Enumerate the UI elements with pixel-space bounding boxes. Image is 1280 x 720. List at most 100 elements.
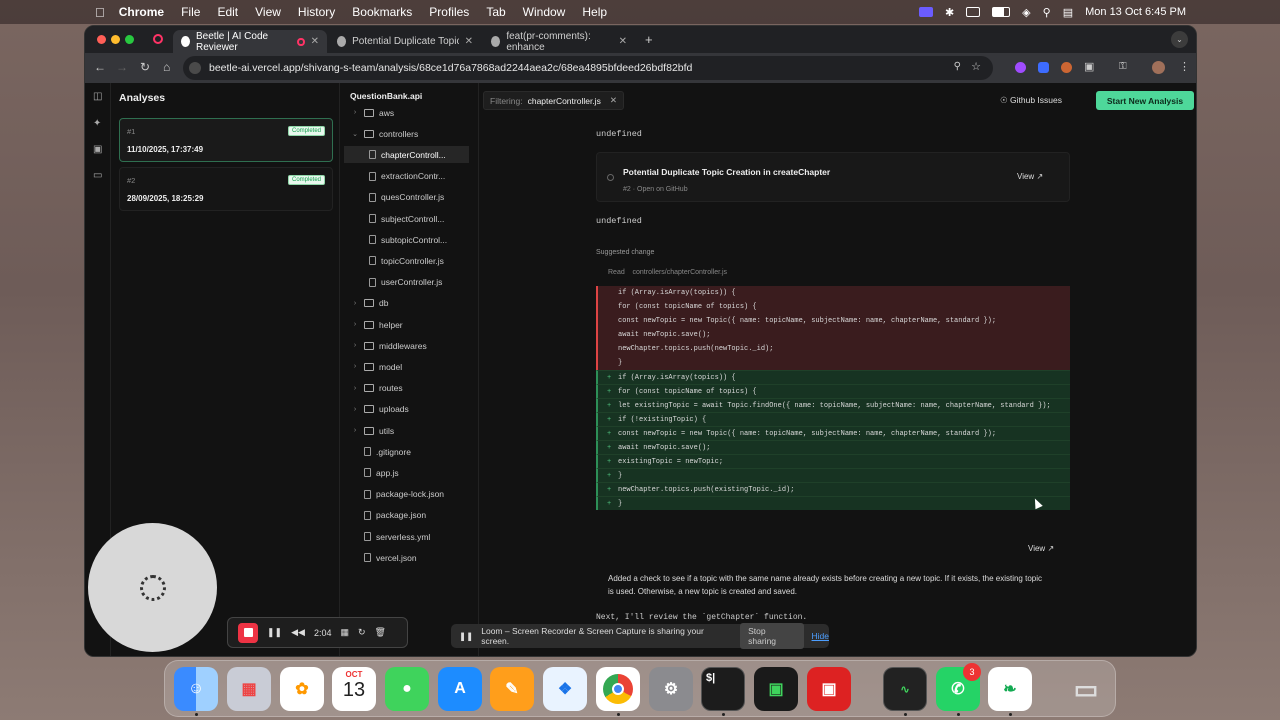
app-store-icon[interactable]: A [438,667,482,711]
mongodb-compass-icon[interactable]: ❧ [988,667,1032,711]
restart-icon[interactable]: ↻ [358,627,366,638]
extension-icon[interactable] [1015,62,1026,73]
activity-monitor-icon[interactable]: ∿ [883,667,927,711]
tree-node[interactable]: userController.js [369,274,442,291]
tree-node[interactable]: topicController.js [369,252,444,269]
tree-node[interactable]: package-lock.json [351,486,444,503]
spotlight-search-icon[interactable]: ⚲ [1043,6,1051,19]
delete-recording-icon[interactable]: 🗑 [375,627,386,638]
address-bar[interactable]: beetle-ai.vercel.app/shivang-s-team/anal… [183,56,993,80]
site-info-icon[interactable] [189,62,201,74]
bookmark-star-icon[interactable]: ☆ [971,60,981,73]
tab-search-button[interactable]: ⌄ [1171,31,1188,48]
pages-icon[interactable]: ✎ [490,667,534,711]
tree-node[interactable]: package.json [351,507,426,524]
calendar-icon[interactable]: OCT 13 [332,667,376,711]
photos-icon[interactable]: ✿ [280,667,324,711]
inbox-icon[interactable]: ▭ [93,170,102,181]
tree-node[interactable]: › middlewares [351,337,427,354]
menu-edit[interactable]: Edit [217,5,238,19]
view-diff-button[interactable]: View ↗ [1028,544,1054,553]
start-new-analysis-button[interactable]: Start New Analysis [1096,91,1194,110]
menu-view[interactable]: View [255,5,281,19]
screen-app-icon[interactable]: ▣ [754,667,798,711]
tab-github-issue[interactable]: Potential Duplicate Topic Cre ✕ [329,30,481,53]
menu-bookmarks[interactable]: Bookmarks [352,5,412,19]
tree-node[interactable]: extractionContr... [369,168,445,185]
issue-subtitle[interactable]: #2 · Open on GitHub [623,186,688,193]
github-issues-button[interactable]: ☉ Github Issues [1000,95,1062,106]
new-tab-button[interactable]: + [645,32,653,47]
hide-button[interactable]: Hide [812,631,829,641]
tree-node[interactable]: quesController.js [369,189,444,206]
system-settings-icon[interactable]: ⚙ [649,667,693,711]
menu-window[interactable]: Window [523,5,566,19]
tab-github-pr[interactable]: feat(pr-comments): enhance ✕ [483,30,635,53]
maximize-window-button[interactable] [125,35,134,44]
back-button[interactable]: ← [94,60,106,74]
sidebar-toggle-icon[interactable]: ◫ [93,91,102,102]
control-center-icon[interactable]: ▤ [1063,6,1073,19]
minimize-window-button[interactable] [111,35,120,44]
battery-icon[interactable] [992,7,1011,17]
scan-icon[interactable]: ▣ [93,144,102,155]
menu-history[interactable]: History [298,5,335,19]
launchpad-icon[interactable]: ▦ [227,667,271,711]
display-icon[interactable] [966,7,981,17]
forward-button[interactable]: → [116,60,128,74]
profile-avatar[interactable] [1152,61,1165,74]
grid-icon[interactable]: ▦ [340,627,349,638]
tree-node[interactable]: vercel.json [351,549,417,566]
menu-file[interactable]: File [181,5,200,19]
close-window-button[interactable] [97,35,106,44]
tree-node[interactable]: › db [351,295,389,312]
tree-node[interactable]: .gitignore [351,443,411,460]
password-key-icon[interactable]: ⚿ [1119,61,1127,72]
close-tab-icon[interactable]: ✕ [311,36,319,47]
home-button[interactable]: ⌂ [163,60,170,74]
filter-chip[interactable]: Filtering: chapterController.js ✕ [483,91,624,110]
clock[interactable]: Mon 13 Oct 6:45 PM [1085,6,1186,18]
terminal-icon[interactable]: $| [701,667,745,711]
extension-icon[interactable] [1038,62,1049,73]
tree-node[interactable]: › helper [351,316,403,333]
chrome-menu-icon[interactable]: ⋮ [1179,60,1190,73]
messages-icon[interactable]: ● [385,667,429,711]
rewind-icon[interactable]: ◀◀ [291,627,305,638]
safari-icon[interactable]: ❖ [543,667,587,711]
stop-recording-button[interactable] [238,622,258,643]
close-tab-icon[interactable]: ✕ [465,36,473,47]
tree-node[interactable]: › aws [351,104,394,121]
analysis-card[interactable]: #1 Completed 11/10/2025, 17:37:49 [119,118,333,162]
tree-node[interactable]: chapterControll... [344,146,469,164]
tree-node[interactable]: ⌄ controllers [351,125,418,142]
photo-booth-icon[interactable]: ▣ [807,667,851,711]
analysis-card[interactable]: #2 Completed 28/09/2025, 18:25:29 [119,167,333,211]
close-tab-icon[interactable]: ✕ [619,36,627,47]
view-issue-button[interactable]: View ↗ [1017,172,1043,181]
menu-app-name[interactable]: Chrome [119,5,164,19]
tree-node[interactable]: subjectControll... [369,210,444,227]
tree-node[interactable]: app.js [351,464,399,481]
apple-icon[interactable]:  [95,5,105,20]
finder-icon[interactable]: ☺ [174,667,218,711]
pause-recording-icon[interactable]: ❚❚ [267,627,282,638]
screen-share-icon[interactable] [918,7,933,17]
tab-beetle[interactable]: Beetle | AI Code Reviewer ✕ [173,30,327,53]
analysis-icon[interactable]: ✦ [93,118,101,129]
tree-node[interactable]: serverless.yml [351,528,430,545]
tree-node[interactable]: › utils [351,422,394,439]
clear-filter-icon[interactable]: ✕ [610,95,617,106]
extensions-puzzle-icon[interactable]: ▣ [1084,60,1094,73]
tree-node[interactable]: › model [351,358,402,375]
stop-sharing-button[interactable]: Stop sharing [740,623,804,649]
trash-icon[interactable]: ▭ [1064,667,1108,711]
zoom-icon[interactable]: ⚲ [954,61,961,72]
menu-tab[interactable]: Tab [486,5,505,19]
bluetooth-icon[interactable]: ✱ [945,6,954,19]
reload-button[interactable]: ↻ [140,60,150,74]
wifi-icon[interactable]: ◈ [1022,6,1030,19]
tree-node[interactable]: subtopicControl... [369,231,447,248]
menu-help[interactable]: Help [582,5,607,19]
menu-profiles[interactable]: Profiles [429,5,469,19]
